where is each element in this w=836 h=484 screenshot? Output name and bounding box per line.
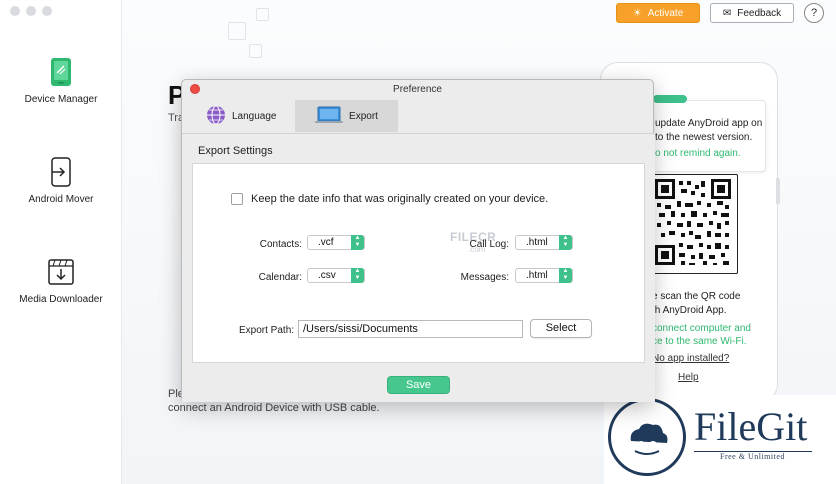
- download-icon: [46, 256, 76, 288]
- activate-label: Activate: [647, 7, 684, 19]
- keep-date-label: Keep the date info that was originally c…: [251, 193, 549, 205]
- select-path-button[interactable]: Select: [530, 319, 592, 338]
- decorative-square: [256, 8, 269, 21]
- sun-icon: ☀: [632, 7, 642, 19]
- popup-text: update AnyDroid app on: [655, 118, 763, 129]
- messages-value: .html: [526, 270, 548, 281]
- contacts-label: Contacts:: [259, 239, 302, 250]
- mail-icon: ✉: [722, 7, 732, 19]
- save-button[interactable]: Save: [387, 376, 450, 394]
- decorative-square: [249, 44, 262, 58]
- calendar-format-select[interactable]: .csv ▲ ▼: [307, 268, 365, 283]
- sidebar-item-android-mover[interactable]: Android Mover: [0, 156, 122, 205]
- transfer-icon: [46, 156, 76, 188]
- no-app-installed-link[interactable]: No app installed?: [652, 353, 729, 364]
- window-controls: [10, 6, 52, 16]
- zoom-window-button[interactable]: [42, 6, 52, 16]
- dialog-close-button[interactable]: [190, 84, 200, 94]
- contacts-format-select[interactable]: .vcf ▲ ▼: [307, 235, 365, 250]
- wifi-instruction: ce to the same Wi-Fi.: [652, 336, 747, 347]
- feedback-label: Feedback: [737, 7, 782, 19]
- export-path-input[interactable]: /Users/sissi/Documents: [298, 320, 523, 338]
- sidebar-item-label: Device Manager: [24, 94, 98, 105]
- call-log-label: Call Log:: [469, 239, 509, 250]
- tab-label: Language: [232, 110, 277, 122]
- section-title: Export Settings: [198, 145, 273, 157]
- minimize-window-button[interactable]: [26, 6, 36, 16]
- laptop-icon: [315, 106, 344, 127]
- scan-instruction: e scan the QR code: [652, 291, 741, 302]
- calendar-value: .csv: [318, 270, 336, 281]
- qr-code: [650, 174, 738, 274]
- sidebar: Device Manager Android Mover Media Downl…: [0, 0, 122, 484]
- instruction-text: connect an Android Device with USB cable…: [168, 402, 380, 414]
- activate-button[interactable]: ☀ Activate: [616, 3, 700, 23]
- popup-text: to the newest version.: [655, 132, 753, 143]
- globe-icon: [206, 105, 226, 128]
- close-window-button[interactable]: [10, 6, 20, 16]
- tab-export[interactable]: Export: [295, 100, 398, 132]
- sidebar-item-media-downloader[interactable]: Media Downloader: [0, 256, 122, 305]
- stepper-icon: ▲ ▼: [559, 235, 572, 250]
- tab-language[interactable]: Language: [206, 100, 277, 132]
- stepper-icon: ▲ ▼: [351, 268, 364, 283]
- phone-icon: [46, 56, 76, 88]
- messages-format-select[interactable]: .html ▲ ▼: [515, 268, 573, 283]
- preference-dialog: Preference Language Export Export Settin…: [181, 79, 655, 402]
- contacts-value: .vcf: [318, 237, 334, 248]
- do-not-remind-link[interactable]: o not remind again.: [655, 148, 741, 159]
- help-link[interactable]: Help: [678, 372, 699, 383]
- sidebar-item-label: Android Mover: [28, 194, 94, 205]
- filegit-tagline: Free & Unlimited: [720, 452, 785, 461]
- filegit-logo: [608, 398, 686, 476]
- export-path-label: Export Path:: [239, 325, 295, 336]
- help-button[interactable]: ?: [804, 3, 824, 23]
- call-log-value: .html: [526, 237, 548, 248]
- top-actions: ☀ Activate ✉ Feedback ?: [616, 3, 824, 23]
- sidebar-item-device-manager[interactable]: Device Manager: [0, 56, 122, 105]
- stepper-icon: ▲ ▼: [351, 235, 364, 250]
- app-window: Device Manager Android Mover Media Downl…: [0, 0, 836, 484]
- keep-date-option[interactable]: Keep the date info that was originally c…: [231, 193, 548, 205]
- stepper-icon: ▲ ▼: [559, 268, 572, 283]
- dialog-title: Preference: [393, 84, 442, 95]
- sidebar-item-label: Media Downloader: [19, 294, 103, 305]
- filegit-name: FileGit: [694, 404, 808, 449]
- keep-date-checkbox[interactable]: [231, 193, 243, 205]
- messages-label: Messages:: [460, 272, 509, 283]
- decorative-square: [228, 22, 246, 40]
- filegit-watermark: FileGit Free & Unlimited: [604, 395, 836, 484]
- popup-tab: [653, 95, 687, 103]
- wifi-instruction: connect computer and: [652, 323, 751, 334]
- call-log-format-select[interactable]: .html ▲ ▼: [515, 235, 573, 250]
- calendar-label: Calendar:: [258, 272, 302, 283]
- feedback-button[interactable]: ✉ Feedback: [710, 3, 794, 23]
- tab-label: Export: [349, 110, 378, 122]
- scan-instruction: th AnyDroid App.: [652, 305, 727, 316]
- phone-side-button: [776, 178, 780, 204]
